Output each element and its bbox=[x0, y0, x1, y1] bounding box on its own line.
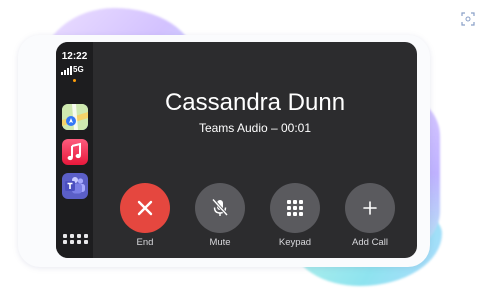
plus-icon bbox=[363, 201, 377, 215]
call-status: Teams Audio – 00:01 bbox=[198, 121, 312, 135]
microphone-slash-icon bbox=[211, 198, 229, 217]
network-type: 5G bbox=[73, 65, 84, 74]
maps-icon[interactable] bbox=[62, 104, 88, 130]
end-call-button[interactable] bbox=[120, 183, 170, 233]
close-icon bbox=[137, 200, 153, 216]
signal-strength-icon bbox=[61, 66, 72, 75]
end-call-label: End bbox=[136, 237, 154, 248]
expand-icon[interactable] bbox=[461, 12, 475, 26]
keypad-icon bbox=[287, 200, 303, 216]
teams-icon[interactable] bbox=[62, 173, 88, 199]
mute-button[interactable] bbox=[195, 183, 245, 233]
active-call-indicator bbox=[73, 79, 76, 82]
carplay-dock: 12:22 5G bbox=[56, 42, 93, 258]
keypad-button[interactable] bbox=[270, 183, 320, 233]
add-call-label: Add Call bbox=[352, 237, 388, 248]
add-call-button[interactable] bbox=[345, 183, 395, 233]
caller-name: Cassandra Dunn bbox=[164, 89, 346, 116]
keypad-label: Keypad bbox=[278, 237, 312, 248]
music-icon[interactable] bbox=[62, 139, 88, 165]
carplay-screen: 12:22 5G Cassandra Dunn Teams Audio – 00… bbox=[56, 42, 417, 258]
app-grid-icon[interactable] bbox=[63, 234, 88, 248]
status-time: 12:22 bbox=[61, 51, 88, 62]
mute-label: Mute bbox=[209, 237, 231, 248]
